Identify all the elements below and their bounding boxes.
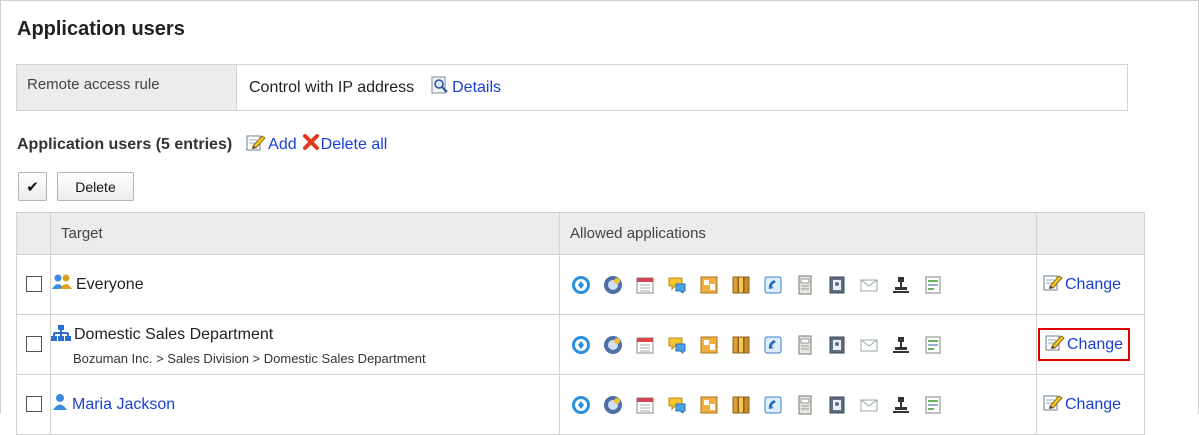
phone-messages-icon: [762, 274, 784, 296]
edit-pencil-icon: [1045, 333, 1065, 356]
email-icon: [858, 334, 880, 356]
add-link-label: Add: [268, 135, 297, 153]
cabinet-icon: [730, 394, 752, 416]
phone-messages-icon: [762, 334, 784, 356]
user-icon: [51, 393, 69, 416]
report-icon: [922, 274, 944, 296]
remote-access-rule-label: Remote access rule: [17, 65, 237, 110]
page-title: Application users: [17, 18, 185, 40]
delete-button[interactable]: Delete: [57, 172, 134, 201]
message-icon: [666, 274, 688, 296]
header-actions: [1036, 212, 1145, 255]
report-icon: [922, 334, 944, 356]
select-all-button[interactable]: ✔: [18, 172, 47, 201]
add-link[interactable]: Add: [246, 133, 297, 156]
scheduler-icon: [634, 274, 656, 296]
delete-all-link[interactable]: Delete all: [302, 134, 388, 155]
row-checkbox[interactable]: [25, 396, 42, 413]
target-name: Domestic Sales Department: [74, 326, 274, 343]
change-link-label: Change: [1065, 275, 1122, 293]
magnifier-icon: [430, 75, 450, 100]
details-link-label: Details: [452, 78, 502, 96]
address-book-icon: [826, 334, 848, 356]
timecard-icon: [794, 394, 816, 416]
space-icon: [602, 394, 624, 416]
header-allowed-applications: Allowed applications: [559, 212, 1037, 255]
workflow-icon: [890, 394, 912, 416]
target-name: Everyone: [76, 275, 144, 293]
user-name-link[interactable]: Maria Jackson: [72, 396, 175, 414]
organization-path: Bozuman Inc. > Sales Division > Domestic…: [73, 350, 426, 366]
remote-access-rule-value: Control with IP address: [249, 78, 415, 96]
allowed-apps: [560, 274, 1036, 296]
role-icon: [51, 273, 73, 296]
portal-icon: [570, 274, 592, 296]
remote-access-rule-value-cell: Control with IP address Details: [237, 65, 1127, 110]
change-link[interactable]: Change: [1043, 393, 1121, 416]
message-icon: [666, 394, 688, 416]
space-icon: [602, 334, 624, 356]
address-book-icon: [826, 274, 848, 296]
application-users-table: Target Allowed applications Everyone Cha…: [16, 212, 1145, 435]
header-checkbox-column: [16, 212, 51, 255]
bulletin-board-icon: [698, 334, 720, 356]
change-link[interactable]: Change: [1037, 328, 1131, 361]
email-icon: [858, 394, 880, 416]
workflow-icon: [890, 274, 912, 296]
address-book-icon: [826, 394, 848, 416]
portal-icon: [570, 394, 592, 416]
email-icon: [858, 274, 880, 296]
cabinet-icon: [730, 334, 752, 356]
bulletin-board-icon: [698, 394, 720, 416]
scheduler-icon: [634, 394, 656, 416]
phone-messages-icon: [762, 394, 784, 416]
report-icon: [922, 394, 944, 416]
edit-pencil-icon: [246, 133, 266, 156]
row-checkbox[interactable]: [25, 276, 42, 293]
allowed-apps: [560, 394, 1036, 416]
list-toolbar: ✔ Delete: [18, 172, 134, 201]
delete-all-link-label: Delete all: [320, 135, 388, 153]
red-x-icon: [302, 134, 319, 155]
change-link-label: Change: [1065, 395, 1122, 413]
organization-icon: [51, 324, 71, 347]
allowed-apps: [560, 334, 1036, 356]
cabinet-icon: [730, 274, 752, 296]
portal-icon: [570, 334, 592, 356]
table-row: Everyone Change: [16, 254, 1145, 315]
table-row: Maria Jackson Change: [16, 374, 1145, 435]
message-icon: [666, 334, 688, 356]
change-link[interactable]: Change: [1043, 273, 1121, 296]
list-header: Application users (5 entries) Add Delete…: [17, 133, 393, 156]
timecard-icon: [794, 334, 816, 356]
bulletin-board-icon: [698, 274, 720, 296]
space-icon: [602, 274, 624, 296]
table-header-row: Target Allowed applications: [16, 212, 1145, 255]
edit-pencil-icon: [1043, 273, 1063, 296]
workflow-icon: [890, 334, 912, 356]
header-target: Target: [50, 212, 560, 255]
timecard-icon: [794, 274, 816, 296]
row-checkbox[interactable]: [25, 336, 42, 353]
change-link-label: Change: [1067, 335, 1124, 353]
edit-pencil-icon: [1043, 393, 1063, 416]
table-row: Domestic Sales Department Bozuman Inc. >…: [16, 314, 1145, 375]
scheduler-icon: [634, 334, 656, 356]
list-title: Application users (5 entries): [17, 135, 233, 153]
remote-access-rule-table: Remote access rule Control with IP addre…: [16, 64, 1128, 111]
details-link[interactable]: Details: [430, 75, 501, 100]
